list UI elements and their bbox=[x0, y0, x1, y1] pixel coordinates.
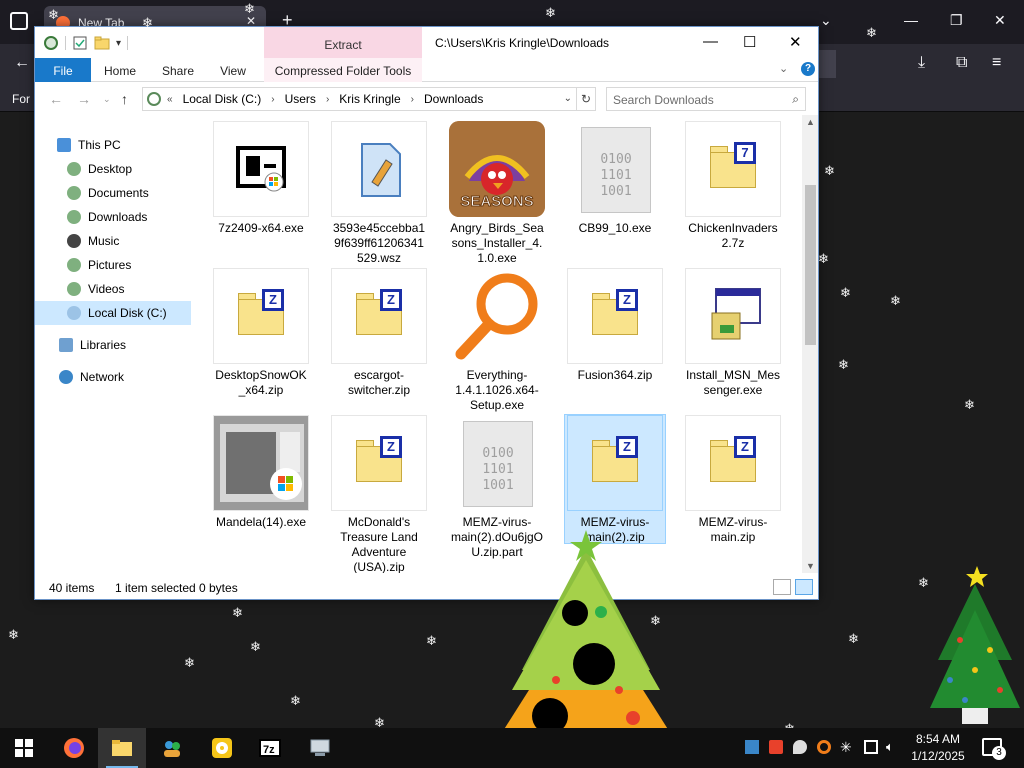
users-icon bbox=[164, 741, 180, 757]
christmas-tree-icon bbox=[930, 566, 1020, 724]
snowflake-icon: ❄ bbox=[838, 357, 849, 372]
christmas-tree-icon bbox=[496, 530, 676, 742]
clock[interactable]: 8:54 AM 1/12/2025 bbox=[896, 731, 980, 765]
magnifier-tray-icon[interactable] bbox=[817, 740, 831, 754]
snowflake-icon: ❄ bbox=[545, 5, 556, 20]
taskbar-app[interactable] bbox=[296, 728, 344, 768]
snowflake-icon: ❄ bbox=[848, 631, 859, 646]
snow-tray-icon[interactable]: ✳ bbox=[840, 740, 854, 754]
snowflake-icon: ❄ bbox=[818, 251, 829, 266]
start-button[interactable] bbox=[0, 728, 48, 768]
tray-app-icon[interactable] bbox=[745, 740, 759, 754]
taskbar-app[interactable] bbox=[198, 728, 246, 768]
snowflake-icon: ❄ bbox=[866, 25, 877, 40]
snowflake-icon: ❄ bbox=[48, 7, 59, 22]
snowflake-icon: ❄ bbox=[184, 655, 195, 670]
snowflake-icon: ❄ bbox=[964, 397, 975, 412]
snowflake-icon: ❄ bbox=[244, 1, 255, 16]
clock-time: 8:54 AM bbox=[915, 732, 961, 746]
taskbar-app[interactable] bbox=[148, 728, 196, 768]
snowflake-icon: ❄ bbox=[650, 613, 661, 628]
desktop-decorations bbox=[496, 530, 1020, 742]
network-icon[interactable] bbox=[864, 740, 878, 754]
snowflake-icon: ❄ bbox=[840, 285, 851, 300]
snowflake-icon: ❄ bbox=[824, 163, 835, 178]
notification-center-icon[interactable]: 3 bbox=[982, 738, 1006, 760]
clock-date: 1/12/2025 bbox=[911, 749, 965, 763]
snowflake-icon: ❄ bbox=[918, 575, 929, 590]
snowflake-icon: ❄ bbox=[290, 693, 301, 708]
tray-app-icon[interactable] bbox=[769, 740, 783, 754]
snowflake-icon: ❄ bbox=[426, 633, 437, 648]
snowflake-icon: ❄ bbox=[232, 605, 243, 620]
taskbar-7zip[interactable]: 7z bbox=[246, 728, 294, 768]
firefox-icon bbox=[64, 738, 84, 758]
media-player-icon bbox=[212, 738, 232, 758]
svg-text:7z: 7z bbox=[263, 744, 275, 756]
7zip-icon: 7z bbox=[259, 739, 281, 757]
folder-icon bbox=[112, 740, 132, 756]
taskbar-firefox[interactable] bbox=[50, 728, 98, 768]
snowflake-icon: ❄ bbox=[890, 293, 901, 308]
taskbar-file-explorer[interactable] bbox=[98, 728, 146, 768]
snowflake-icon: ❄ bbox=[8, 627, 19, 642]
snowflake-icon: ❄ bbox=[142, 15, 153, 30]
taskbar: 7z ✳ 🔈︎ 8:54 AM 1/12/2025 3 bbox=[0, 728, 1024, 768]
snowflake-icon: ❄ bbox=[250, 639, 261, 654]
windows-logo-icon bbox=[15, 739, 33, 757]
droplet-icon[interactable] bbox=[793, 740, 807, 754]
notification-count: 3 bbox=[992, 746, 1006, 760]
computer-icon bbox=[310, 739, 330, 756]
